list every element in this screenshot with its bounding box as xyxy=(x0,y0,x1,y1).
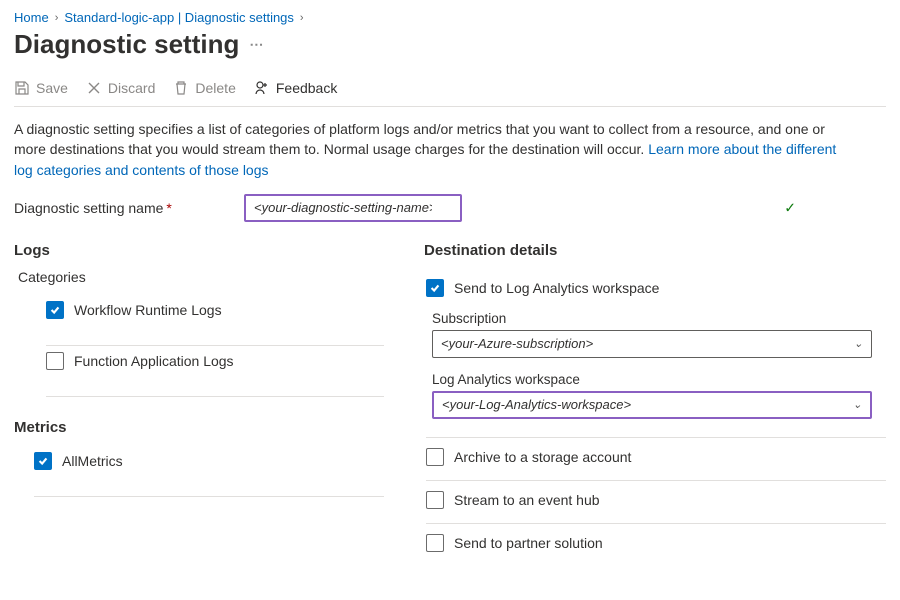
function-application-logs-label: Function Application Logs xyxy=(74,353,234,369)
function-application-logs-checkbox[interactable] xyxy=(46,352,64,370)
save-icon xyxy=(14,80,30,96)
feedback-icon xyxy=(254,80,270,96)
send-to-law-checkbox[interactable] xyxy=(426,279,444,297)
validation-check-icon: ✓ xyxy=(784,199,796,216)
delete-icon xyxy=(173,80,189,96)
delete-label: Delete xyxy=(195,80,235,96)
archive-storage-label: Archive to a storage account xyxy=(454,449,631,465)
workspace-label: Log Analytics workspace xyxy=(432,372,886,387)
page-title: Diagnostic setting ⋯ xyxy=(14,29,886,60)
breadcrumb-app[interactable]: Standard-logic-app | Diagnostic settings xyxy=(64,10,294,25)
discard-button[interactable]: Discard xyxy=(86,80,155,96)
more-menu[interactable]: ⋯ xyxy=(249,36,264,53)
feedback-label: Feedback xyxy=(276,80,337,96)
feedback-button[interactable]: Feedback xyxy=(254,80,337,96)
subscription-label: Subscription xyxy=(432,311,886,326)
archive-storage-checkbox[interactable] xyxy=(426,448,444,466)
categories-heading: Categories xyxy=(18,269,384,285)
log-category-row: Function Application Logs xyxy=(46,346,384,397)
required-asterisk: * xyxy=(166,200,171,216)
command-bar: Save Discard Delete Feedback xyxy=(14,78,886,107)
log-category-row: Workflow Runtime Logs xyxy=(46,295,384,346)
subscription-dropdown[interactable]: <your-Azure-subscription> ⌄ xyxy=(432,330,872,358)
destination-partner: Send to partner solution xyxy=(426,524,886,566)
workflow-runtime-logs-checkbox[interactable] xyxy=(46,301,64,319)
setting-name-label: Diagnostic setting name* xyxy=(14,200,244,216)
destination-law: Send to Log Analytics workspace Subscrip… xyxy=(426,269,886,438)
setting-name-row: Diagnostic setting name* ✓ xyxy=(14,194,886,222)
breadcrumb-home[interactable]: Home xyxy=(14,10,49,25)
setting-name-input[interactable] xyxy=(244,194,462,222)
destination-eventhub: Stream to an event hub xyxy=(426,481,886,524)
all-metrics-checkbox[interactable] xyxy=(34,452,52,470)
stream-eventhub-label: Stream to an event hub xyxy=(454,492,600,508)
chevron-right-icon: › xyxy=(55,12,59,24)
discard-icon xyxy=(86,80,102,96)
save-button[interactable]: Save xyxy=(14,80,68,96)
send-to-law-label: Send to Log Analytics workspace xyxy=(454,280,659,296)
metrics-heading: Metrics xyxy=(14,419,384,436)
send-partner-checkbox[interactable] xyxy=(426,534,444,552)
chevron-down-icon: ⌄ xyxy=(854,337,863,350)
send-partner-label: Send to partner solution xyxy=(454,535,603,551)
breadcrumb: Home › Standard-logic-app | Diagnostic s… xyxy=(14,10,886,25)
subscription-value: <your-Azure-subscription> xyxy=(441,336,593,351)
description: A diagnostic setting specifies a list of… xyxy=(14,119,854,180)
page-title-text: Diagnostic setting xyxy=(14,29,239,60)
destination-heading: Destination details xyxy=(424,242,886,259)
destination-archive: Archive to a storage account xyxy=(426,438,886,481)
logs-heading: Logs xyxy=(14,242,384,259)
chevron-down-icon: ⌄ xyxy=(853,398,862,411)
save-label: Save xyxy=(36,80,68,96)
chevron-right-icon: › xyxy=(300,12,304,24)
all-metrics-label: AllMetrics xyxy=(62,453,123,469)
discard-label: Discard xyxy=(108,80,155,96)
workspace-dropdown[interactable]: <your-Log-Analytics-workspace> ⌄ xyxy=(432,391,872,419)
stream-eventhub-checkbox[interactable] xyxy=(426,491,444,509)
delete-button[interactable]: Delete xyxy=(173,80,235,96)
workspace-value: <your-Log-Analytics-workspace> xyxy=(442,397,631,412)
workflow-runtime-logs-label: Workflow Runtime Logs xyxy=(74,302,222,318)
setting-name-label-text: Diagnostic setting name xyxy=(14,200,163,216)
metric-row: AllMetrics xyxy=(34,446,384,497)
